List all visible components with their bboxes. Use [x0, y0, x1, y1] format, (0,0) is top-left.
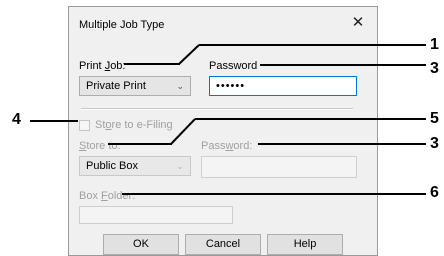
callout-line-6: [122, 193, 426, 195]
store-to-select[interactable]: Public Box ⌄: [79, 156, 191, 176]
callout-6: 6: [430, 184, 439, 201]
chevron-down-icon: ⌄: [176, 161, 184, 171]
ok-button[interactable]: OK: [103, 234, 179, 255]
password-field[interactable]: ••••••: [209, 76, 357, 96]
callout-line-3a: [260, 64, 426, 66]
chevron-down-icon: ⌄: [176, 81, 184, 91]
close-icon[interactable]: ✕: [347, 13, 369, 33]
store-to-value: Public Box: [86, 160, 138, 172]
box-folder-label: Box Folder:: [79, 190, 136, 202]
separator: [81, 108, 353, 110]
callout-line-1c: [216, 44, 426, 46]
print-job-select[interactable]: Private Print ⌄: [79, 76, 191, 96]
password-field-2[interactable]: [201, 156, 357, 178]
store-efiling-label: Store to e-Filing: [95, 119, 173, 131]
callout-line-5c: [208, 118, 426, 120]
callout-line-5b: [170, 118, 210, 145]
callout-line-5a: [108, 143, 172, 145]
callout-3b: 3: [430, 135, 439, 152]
callout-line-3b: [258, 143, 426, 145]
store-to-label: Store to:: [79, 140, 121, 152]
callout-3a: 3: [430, 60, 439, 77]
help-button[interactable]: Help: [267, 234, 343, 255]
box-folder-field[interactable]: [79, 206, 233, 224]
print-job-value: Private Print: [86, 80, 146, 92]
store-efiling-checkbox[interactable]: [79, 120, 90, 131]
print-job-label: Print Job:: [79, 60, 126, 72]
cancel-button[interactable]: Cancel: [185, 234, 261, 255]
callout-1: 1: [430, 36, 439, 53]
callout-line-1a: [124, 63, 180, 65]
callout-5: 5: [430, 110, 439, 127]
dialog-title: Multiple Job Type: [79, 19, 165, 31]
callout-4: 4: [12, 111, 21, 128]
callout-line-4: [30, 120, 78, 122]
callout-line-1b: [178, 44, 218, 65]
